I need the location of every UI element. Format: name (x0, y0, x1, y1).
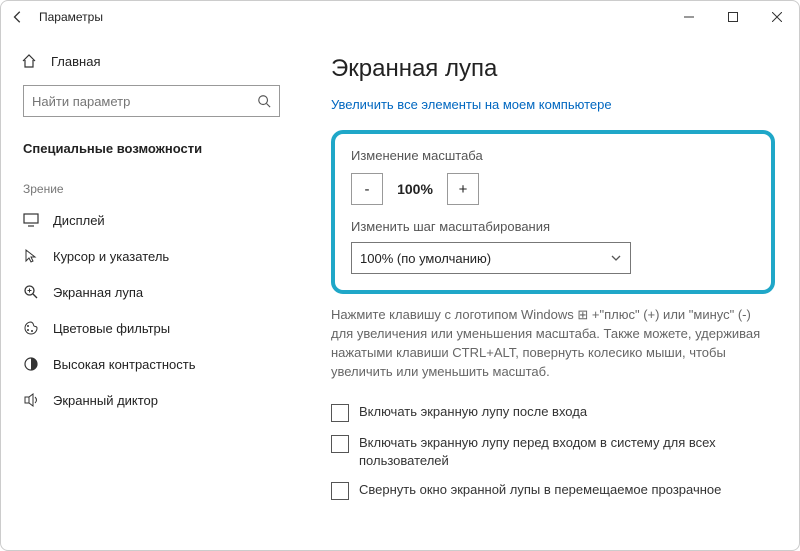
check-label: Включать экранную лупу перед входом в си… (359, 434, 775, 469)
minimize-button[interactable] (667, 1, 711, 33)
home-icon (21, 53, 37, 69)
zoom-help-text: Нажмите клавишу с логотипом Windows ⊞ +"… (331, 306, 775, 381)
narrator-icon (23, 392, 39, 408)
close-button[interactable] (755, 1, 799, 33)
sidebar-item-cursor[interactable]: Курсор и указатель (1, 238, 300, 274)
palette-icon (23, 320, 39, 336)
sidebar-item-color-filters[interactable]: Цветовые фильтры (1, 310, 300, 346)
zoom-step-dropdown[interactable]: 100% (по умолчанию) (351, 242, 631, 274)
zoom-highlight-box: Изменение масштаба - 100% + Изменить шаг… (331, 130, 775, 294)
check-before-signin[interactable]: Включать экранную лупу перед входом в си… (331, 434, 775, 469)
sidebar-item-label: Экранная лупа (53, 285, 143, 300)
monitor-icon (23, 212, 39, 228)
zoom-decrease-button[interactable]: - (351, 173, 383, 205)
search-icon (257, 94, 271, 108)
checkbox-icon[interactable] (331, 435, 349, 453)
sidebar-item-display[interactable]: Дисплей (1, 202, 300, 238)
sidebar-group-label: Зрение (1, 164, 300, 202)
titlebar: Параметры (1, 1, 799, 33)
checkbox-icon[interactable] (331, 404, 349, 422)
sidebar-item-label: Высокая контрастность (53, 357, 196, 372)
check-label: Включать экранную лупу после входа (359, 403, 587, 421)
sidebar-item-label: Курсор и указатель (53, 249, 169, 264)
sidebar-home[interactable]: Главная (1, 45, 300, 77)
check-after-signin[interactable]: Включать экранную лупу после входа (331, 403, 775, 422)
zoom-section-label: Изменение масштаба (351, 148, 755, 163)
search-field[interactable] (32, 94, 257, 109)
zoom-everything-link[interactable]: Увеличить все элементы на моем компьютер… (331, 97, 775, 112)
sidebar-item-label: Цветовые фильтры (53, 321, 170, 336)
checkbox-icon[interactable] (331, 482, 349, 500)
content-pane: Экранная лупа Увеличить все элементы на … (301, 33, 799, 550)
maximize-button[interactable] (711, 1, 755, 33)
sidebar-item-label: Экранный диктор (53, 393, 158, 408)
window-title: Параметры (39, 10, 103, 24)
sidebar-home-label: Главная (51, 54, 100, 69)
sidebar-item-label: Дисплей (53, 213, 105, 228)
magnifier-icon (23, 284, 39, 300)
zoom-value: 100% (383, 181, 447, 197)
chevron-down-icon (610, 252, 622, 264)
sidebar-item-high-contrast[interactable]: Высокая контрастность (1, 346, 300, 382)
sidebar: Главная Специальные возможности Зрение Д… (1, 33, 301, 550)
settings-window: Параметры Главная (0, 0, 800, 551)
page-title: Экранная лупа (331, 55, 775, 83)
search-input[interactable] (23, 85, 280, 117)
sidebar-section-label: Специальные возможности (1, 131, 300, 164)
back-button[interactable] (11, 10, 39, 24)
contrast-icon (23, 356, 39, 372)
check-collapse-window[interactable]: Свернуть окно экранной лупы в перемещаем… (331, 481, 775, 500)
zoom-step-value: 100% (по умолчанию) (360, 251, 491, 266)
zoom-step-label: Изменить шаг масштабирования (351, 219, 755, 234)
cursor-icon (23, 248, 39, 264)
sidebar-item-narrator[interactable]: Экранный диктор (1, 382, 300, 418)
check-label: Свернуть окно экранной лупы в перемещаем… (359, 481, 721, 499)
sidebar-item-magnifier[interactable]: Экранная лупа (1, 274, 300, 310)
zoom-increase-button[interactable]: + (447, 173, 479, 205)
zoom-stepper: - 100% + (351, 173, 755, 205)
